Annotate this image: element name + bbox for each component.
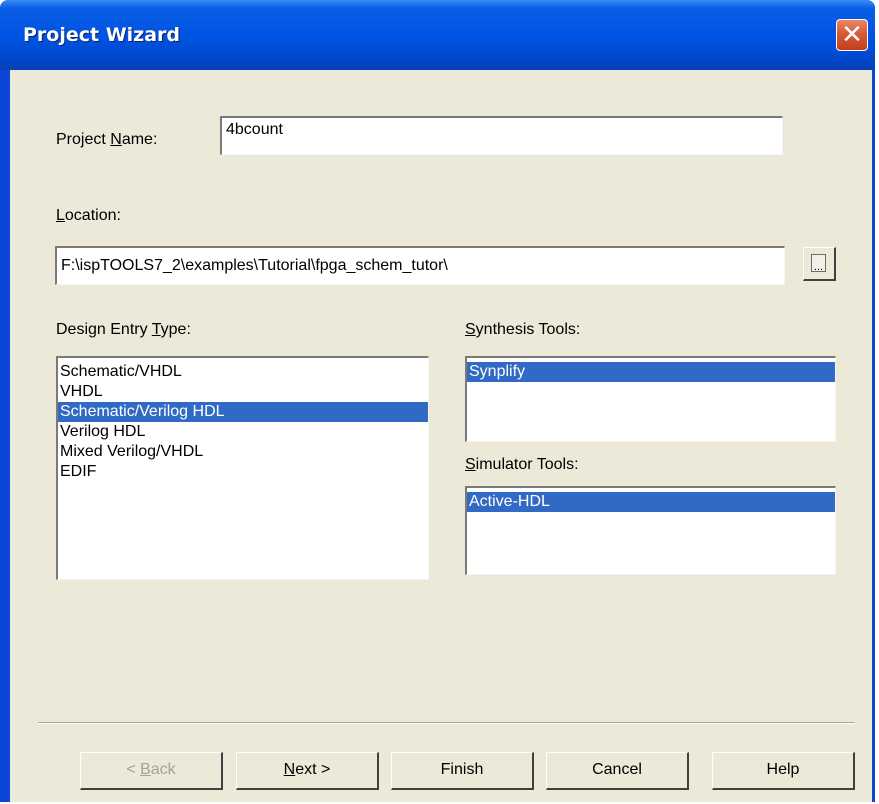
close-icon: ✕ [841, 20, 863, 50]
project-name-input[interactable]: 4bcount [220, 116, 783, 155]
simulator-tool-item[interactable]: Active-HDL [467, 492, 835, 512]
design-entry-type-item[interactable]: Verilog HDL [58, 422, 428, 442]
next-button[interactable]: Next > [236, 752, 379, 790]
design-entry-type-item[interactable]: Mixed Verilog/VHDL [58, 442, 428, 462]
cancel-button[interactable]: Cancel [546, 752, 689, 790]
design-entry-type-list[interactable]: Schematic/VHDL VHDL Schematic/Verilog HDL V… [56, 356, 429, 580]
design-entry-type-item[interactable]: EDIF [58, 462, 428, 482]
browse-icon: ... [811, 254, 826, 273]
design-entry-type-item[interactable]: Schematic/Verilog HDL [58, 402, 428, 422]
location-input[interactable]: F:\ispTOOLS7_2\examples\Tutorial\fpga_sc… [55, 246, 785, 285]
design-entry-type-item[interactable]: Schematic/VHDL [58, 362, 428, 382]
separator-line [38, 722, 855, 724]
synthesis-tool-item[interactable]: Synplify [467, 362, 835, 382]
design-entry-type-label: Design Entry Type: [56, 321, 191, 338]
synthesis-tools-list[interactable]: Synplify [465, 356, 836, 442]
close-button[interactable]: ✕ [836, 19, 868, 51]
back-button[interactable]: < Back [80, 752, 223, 790]
design-entry-type-item[interactable]: VHDL [58, 382, 428, 402]
help-button[interactable]: Help [712, 752, 855, 790]
title-bar[interactable]: Project Wizard ✕ [0, 0, 875, 70]
dialog-body: Project Name: 4bcount Location: F:\ispTO… [10, 70, 872, 802]
simulator-tools-list[interactable]: Active-HDL [465, 486, 836, 575]
project-name-label: Project Name: [56, 131, 158, 148]
location-label: Location: [56, 207, 121, 224]
project-wizard-window: Project Wizard ✕ Project Name: 4bcount L… [0, 0, 875, 802]
browse-button[interactable]: ... [803, 247, 836, 281]
simulator-tools-label: Simulator Tools: [465, 456, 579, 473]
window-title: Project Wizard [23, 24, 181, 46]
synthesis-tools-label: Synthesis Tools: [465, 321, 581, 338]
finish-button[interactable]: Finish [391, 752, 534, 790]
